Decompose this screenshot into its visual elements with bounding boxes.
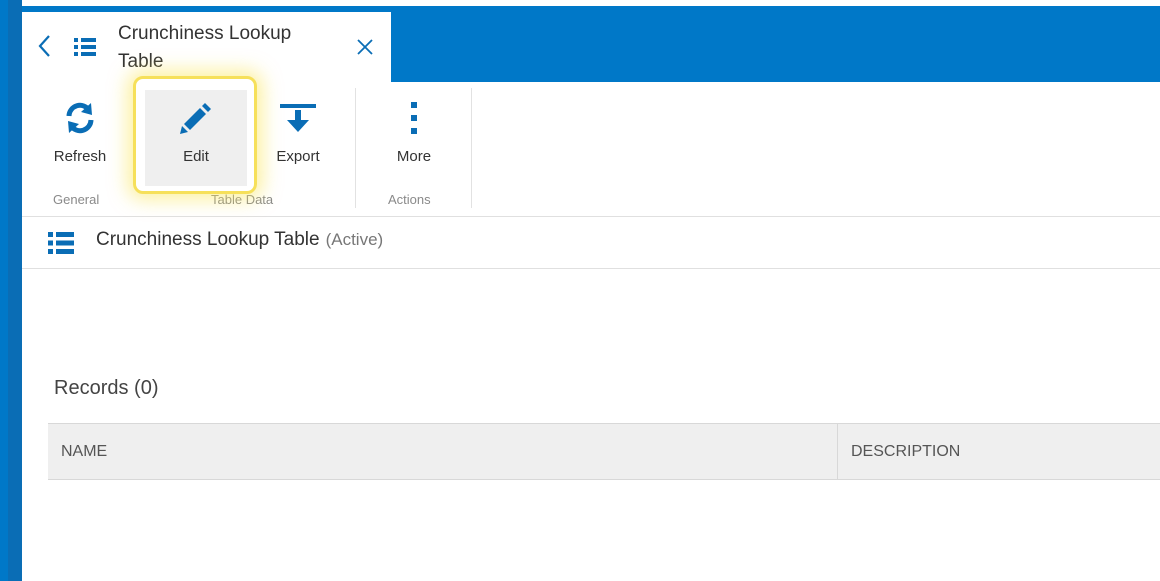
status-label: (Active) xyxy=(325,230,384,249)
back-chevron-icon[interactable] xyxy=(36,34,54,58)
pencil-icon xyxy=(176,98,216,138)
more-label: More xyxy=(396,148,432,165)
left-accent-strip xyxy=(0,0,22,581)
refresh-button[interactable]: Refresh xyxy=(30,90,130,186)
separator xyxy=(471,88,472,208)
export-label: Export xyxy=(276,148,320,165)
ribbon-toolbar: Refresh Edit Export More General Table D… xyxy=(22,82,1160,217)
column-header-name[interactable]: NAME xyxy=(48,424,838,479)
refresh-label: Refresh xyxy=(53,148,107,165)
document-tab[interactable]: Crunchiness Lookup Table xyxy=(22,12,391,82)
records-heading: Records (0) xyxy=(54,377,159,399)
refresh-icon xyxy=(60,98,100,138)
records-table-header: NAME DESCRIPTION xyxy=(48,423,1160,480)
close-icon[interactable] xyxy=(354,36,376,58)
group-label-actions: Actions xyxy=(388,192,431,207)
column-header-description[interactable]: DESCRIPTION xyxy=(838,424,1160,479)
edit-button[interactable]: Edit xyxy=(145,90,247,186)
list-icon xyxy=(74,38,96,56)
page-title: Crunchiness Lookup Table (Active) xyxy=(96,229,383,251)
list-icon xyxy=(48,232,74,254)
page-title-text: Crunchiness Lookup Table xyxy=(96,229,320,250)
group-label-general: General xyxy=(53,192,100,207)
group-label-table-data: Table Data xyxy=(211,192,274,207)
left-accent-inner xyxy=(8,0,22,581)
separator xyxy=(355,88,356,208)
more-vertical-icon xyxy=(394,98,434,138)
export-button[interactable]: Export xyxy=(248,90,348,186)
export-icon xyxy=(278,98,318,138)
tab-title: Crunchiness Lookup Table xyxy=(118,23,292,72)
edit-label: Edit xyxy=(183,148,209,165)
record-header: Crunchiness Lookup Table (Active) xyxy=(22,217,1160,269)
more-button[interactable]: More xyxy=(364,90,464,186)
